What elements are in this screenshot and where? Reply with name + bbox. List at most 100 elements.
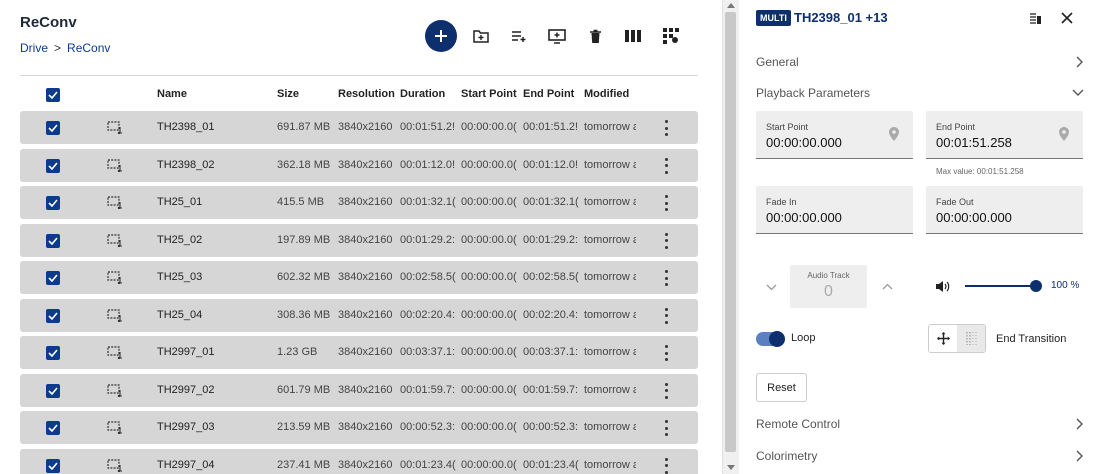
fade-in-field[interactable]: Fade In 00:00:00.000 xyxy=(756,186,913,234)
table-row[interactable]: TH25_02 197.89 MB 3840x2160 00:01:29.2: 00:0… xyxy=(20,223,698,257)
table-row[interactable]: TH25_04 308.36 MB 3840x2160 00:02:20.4: 00:0… xyxy=(20,298,698,332)
row-checkbox[interactable] xyxy=(46,233,60,248)
cell-modified: tomorrow a xyxy=(584,271,636,283)
fade-out-label: Fade Out xyxy=(936,197,974,207)
section-playback[interactable]: Playback Parameters xyxy=(756,83,1084,103)
start-point-field[interactable]: Start Point 00:00:00.000 xyxy=(756,111,913,159)
breadcrumb: Drive > ReConv xyxy=(20,41,110,55)
column-end-point[interactable]: End Point xyxy=(523,88,574,100)
close-button[interactable] xyxy=(1058,9,1076,27)
table-row[interactable]: TH2997_04 237.41 MB 3840x2160 00:01:23.4(00… xyxy=(20,448,698,474)
table-row[interactable]: TH2997_03 213.59 MB 3840x2160 00:00:52.3: 00… xyxy=(20,411,698,444)
check-icon xyxy=(48,124,58,132)
row-more-options-icon[interactable] xyxy=(663,120,669,136)
cell-modified: tomorrow a xyxy=(584,308,636,321)
audio-track-decrement-icon[interactable] xyxy=(766,284,777,291)
volume-slider-track[interactable] xyxy=(965,285,1037,287)
transition-dissolve-option[interactable] xyxy=(957,325,985,352)
row-checkbox[interactable] xyxy=(46,196,60,210)
row-checkbox[interactable] xyxy=(46,421,60,435)
section-general[interactable]: General xyxy=(756,52,1084,72)
properties-panel: MULTI TH2398_01 +13 General Playback Par… xyxy=(740,0,1100,474)
row-more-options-icon[interactable] xyxy=(663,420,669,436)
row-more-options-icon[interactable] xyxy=(663,382,669,399)
section-remote-control[interactable]: Remote Control xyxy=(756,414,1084,434)
selection-list-button[interactable] xyxy=(1026,9,1044,27)
column-size[interactable]: Size xyxy=(277,88,299,100)
row-more-options-icon[interactable] xyxy=(663,157,669,174)
row-checkbox[interactable] xyxy=(46,346,60,360)
fade-out-field[interactable]: Fade Out 00:00:00.000 xyxy=(926,186,1083,234)
location-pin-icon[interactable] xyxy=(889,127,899,141)
volume-slider-handle[interactable] xyxy=(1030,280,1042,292)
columns-button[interactable] xyxy=(615,20,651,52)
row-checkbox[interactable] xyxy=(46,383,60,398)
table-row[interactable]: TH2997_02 601.79 MB 3840x2160 00:01:59.7: 00… xyxy=(20,373,698,407)
column-name[interactable]: Name xyxy=(157,88,187,100)
column-duration[interactable]: Duration xyxy=(400,88,445,100)
grid-view-button[interactable] xyxy=(653,20,689,52)
end-point-value: 00:01:51.258 xyxy=(936,135,1012,150)
page-title: ReConv xyxy=(20,14,77,31)
column-resolution[interactable]: Resolution xyxy=(338,88,395,100)
loop-toggle[interactable] xyxy=(756,331,785,347)
cell-size: 308.36 MB xyxy=(277,308,331,321)
end-point-field[interactable]: End Point 00:01:51.258 xyxy=(926,111,1083,159)
video-file-icon xyxy=(107,346,122,359)
row-more-options-icon[interactable] xyxy=(663,307,669,324)
audio-track-stepper[interactable]: Audio Track 0 xyxy=(790,265,867,308)
row-more-options-icon[interactable] xyxy=(663,270,669,286)
table-row[interactable]: TH2997_01 1.23 GB 3840x2160 00:03:37.1: 00:0… xyxy=(20,336,698,369)
scrollbar-thumb[interactable] xyxy=(725,12,736,452)
folder-plus-icon xyxy=(473,30,489,43)
cell-name: TH25_04 xyxy=(157,308,203,321)
add-to-playlist-button[interactable] xyxy=(501,20,537,52)
row-more-options-icon[interactable] xyxy=(663,457,669,474)
cell-name: TH2398_02 xyxy=(157,158,215,171)
cell-name: TH2997_03 xyxy=(157,421,215,433)
column-modified[interactable]: Modified xyxy=(584,88,629,100)
cell-end-point: 00:01:59.7: xyxy=(523,383,579,396)
table-row[interactable]: TH2398_01 691.87 MB 3840x2160 00:01:51.2! 00… xyxy=(20,111,698,144)
breadcrumb-reconv[interactable]: ReConv xyxy=(67,41,110,55)
row-checkbox[interactable] xyxy=(46,458,60,473)
cell-name: TH2398_01 xyxy=(157,121,215,133)
row-checkbox[interactable] xyxy=(46,158,60,173)
select-all-checkbox[interactable] xyxy=(46,88,60,102)
table-row[interactable]: TH2398_02 362.18 MB 3840x2160 00:01:12.0! 00… xyxy=(20,148,698,182)
chevron-right-icon xyxy=(1076,56,1083,68)
video-file-icon xyxy=(107,121,122,134)
row-more-options-icon[interactable] xyxy=(663,195,669,211)
add-to-screen-button[interactable] xyxy=(539,20,575,52)
delete-button[interactable] xyxy=(577,20,613,52)
cell-modified: tomorrow a xyxy=(584,346,636,358)
row-checkbox[interactable] xyxy=(46,271,60,285)
column-start-point[interactable]: Start Point xyxy=(461,88,517,100)
playlist-add-icon xyxy=(512,31,526,42)
volume-icon[interactable] xyxy=(935,280,950,293)
add-button[interactable] xyxy=(425,20,457,52)
start-point-label: Start Point xyxy=(766,122,809,132)
cell-resolution: 3840x2160 xyxy=(338,158,393,171)
scroll-up-icon[interactable] xyxy=(727,3,735,8)
row-more-options-icon[interactable] xyxy=(663,345,669,361)
cell-duration: 00:00:52.3: xyxy=(400,421,456,433)
table-row[interactable]: TH25_01 415.5 MB 3840x2160 00:01:32.1(00:00… xyxy=(20,186,698,219)
scroll-down-icon[interactable] xyxy=(727,465,735,470)
location-pin-icon[interactable] xyxy=(1059,127,1069,141)
row-checkbox[interactable] xyxy=(46,308,60,323)
cell-end-point: 00:01:23.4( xyxy=(523,458,579,471)
row-checkbox[interactable] xyxy=(46,121,60,135)
section-colorimetry[interactable]: Colorimetry xyxy=(756,446,1084,466)
fade-in-value: 00:00:00.000 xyxy=(766,210,842,225)
reset-button[interactable]: Reset xyxy=(756,373,807,402)
table-body: TH2398_01 691.87 MB 3840x2160 00:01:51.2! 00… xyxy=(20,111,698,474)
cell-resolution: 3840x2160 xyxy=(338,271,393,283)
cell-duration: 00:03:37.1: xyxy=(400,346,456,358)
breadcrumb-drive[interactable]: Drive xyxy=(20,41,48,55)
audio-track-increment-icon[interactable] xyxy=(882,283,893,290)
new-folder-button[interactable] xyxy=(463,20,499,52)
transition-move-option[interactable] xyxy=(929,325,957,352)
row-more-options-icon[interactable] xyxy=(663,232,669,249)
table-row[interactable]: TH25_03 602.32 MB 3840x2160 00:02:58.5(00:0… xyxy=(20,261,698,294)
